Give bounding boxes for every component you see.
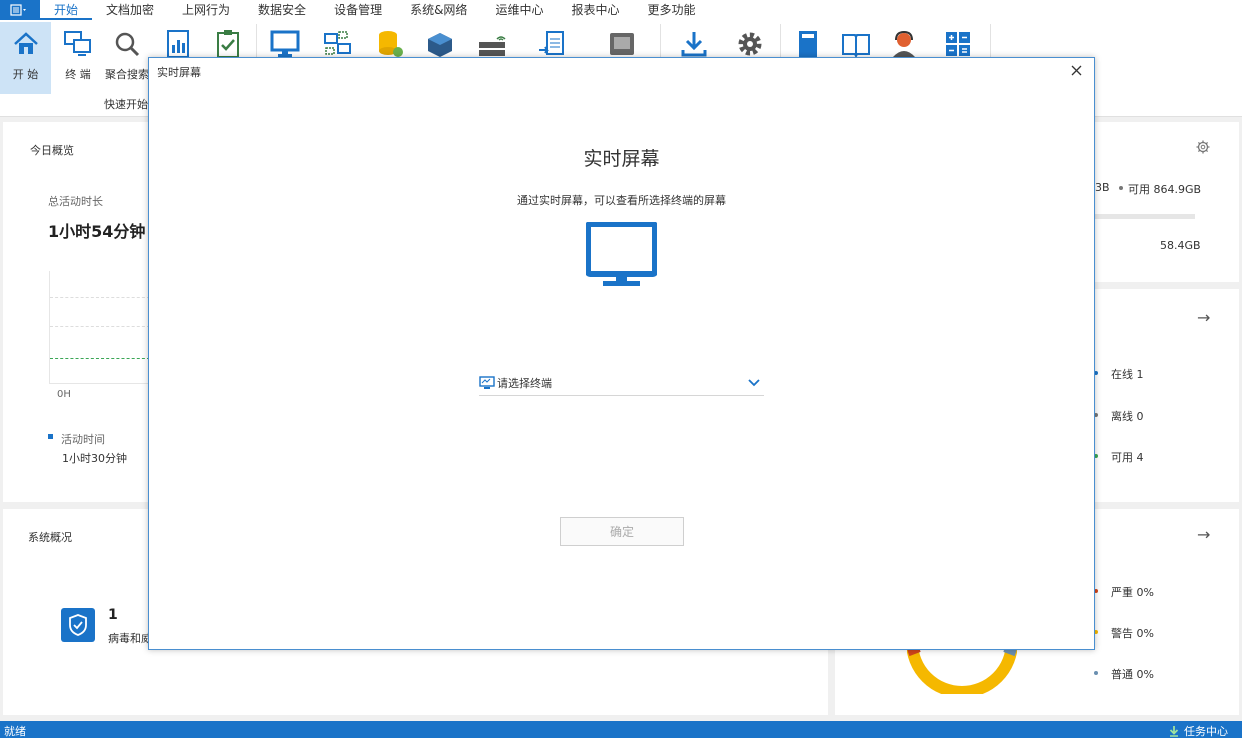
disk-available-label: 可用 864.9GB: [1128, 183, 1202, 196]
app-menu-icon: [10, 4, 26, 16]
disk-used-suffix: 3B: [1095, 181, 1110, 194]
activity-line: [50, 358, 150, 359]
terminal-select[interactable]: 请选择终端: [479, 370, 764, 396]
legend-swatch: [48, 434, 53, 439]
ribbon-group-label: 快速开始: [104, 98, 148, 111]
arrow-right-icon[interactable]: →: [1197, 308, 1210, 327]
alert-warning: 警告 0%: [1111, 627, 1154, 640]
gear-icon[interactable]: [1196, 140, 1210, 157]
task-center-label: 任务中心: [1184, 725, 1228, 738]
ribbon-home-label: 开 始: [12, 68, 39, 81]
terminal-offline: 离线 0: [1111, 410, 1144, 423]
alert-normal: 普通 0%: [1111, 668, 1154, 681]
disk-usage-bar: [1095, 214, 1195, 219]
home-icon: [8, 26, 44, 62]
terminal-available: 可用 4: [1111, 451, 1144, 464]
disk-other-value: 58.4GB: [1160, 239, 1201, 252]
app-menu-button[interactable]: [0, 0, 40, 20]
status-bar: 就绪 任务中心: [0, 721, 1242, 738]
disk-legend-dot: [1119, 186, 1123, 190]
arrow-right-icon[interactable]: →: [1197, 525, 1210, 544]
ribbon-home-button[interactable]: 开 始: [0, 22, 51, 94]
chart-gridline: [50, 326, 150, 327]
menu-data-security[interactable]: 数据安全: [244, 0, 320, 20]
menu-ops-center[interactable]: 运维中心: [481, 0, 557, 20]
alert-severe: 严重 0%: [1111, 586, 1154, 599]
menu-system-network[interactable]: 系统&网络: [396, 0, 481, 20]
ribbon-search-label: 聚合搜索: [105, 68, 149, 81]
monitor-icon: [585, 221, 658, 291]
download-icon: [1168, 725, 1180, 737]
ribbon-terminal-button[interactable]: 终 端: [56, 22, 100, 94]
activity-chart: [49, 271, 150, 384]
ribbon-terminal-label: 终 端: [65, 68, 91, 81]
terminal-icon: [60, 26, 96, 62]
terminal-online: 在线 1: [1111, 368, 1144, 381]
chevron-down-icon: [748, 378, 760, 387]
ribbon-search-button[interactable]: 聚合搜索: [104, 22, 150, 94]
dialog-title: 实时屏幕: [157, 66, 201, 79]
confirm-button[interactable]: 确定: [560, 517, 684, 546]
normal-dot: [1094, 671, 1098, 675]
today-overview-title: 今日概览: [30, 144, 74, 157]
menu-report-center[interactable]: 报表中心: [557, 0, 633, 20]
menu-internet-behavior[interactable]: 上网行为: [168, 0, 244, 20]
menu-device-management[interactable]: 设备管理: [320, 0, 396, 20]
task-center-button[interactable]: 任务中心: [1168, 723, 1228, 738]
dialog-description: 通过实时屏幕，可以查看所选择终端的屏幕: [517, 194, 726, 207]
menu-start[interactable]: 开始: [40, 0, 93, 20]
legend-label: 活动时间: [61, 433, 105, 446]
menu-bar: 开始 文档加密 上网行为 数据安全 设备管理 系统&网络 运维中心 报表中心 更…: [0, 0, 1242, 20]
search-icon: [109, 26, 145, 62]
menu-more-features[interactable]: 更多功能: [633, 0, 709, 20]
chart-gridline: [50, 297, 150, 298]
realtime-screen-dialog: 实时屏幕 实时屏幕 通过实时屏幕，可以查看所选择终端的屏幕 请选择终端 确定: [148, 57, 1095, 650]
total-active-value: 1小时54分钟: [48, 222, 146, 241]
system-overview-title: 系统概况: [28, 531, 72, 544]
total-active-label: 总活动时长: [48, 195, 103, 208]
terminal-select-placeholder: 请选择终端: [497, 376, 552, 390]
dialog-heading: 实时屏幕: [583, 148, 660, 170]
chart-axis-label: 0H: [57, 389, 71, 400]
terminal-icon: [479, 375, 495, 390]
threat-label: 病毒和威: [108, 632, 152, 645]
legend-value: 1小时30分钟: [62, 452, 127, 465]
status-text: 就绪: [4, 725, 26, 738]
close-icon[interactable]: [1068, 62, 1084, 78]
shield-icon: [61, 608, 95, 642]
menu-doc-encrypt[interactable]: 文档加密: [92, 0, 168, 20]
threat-count: 1: [108, 607, 118, 623]
